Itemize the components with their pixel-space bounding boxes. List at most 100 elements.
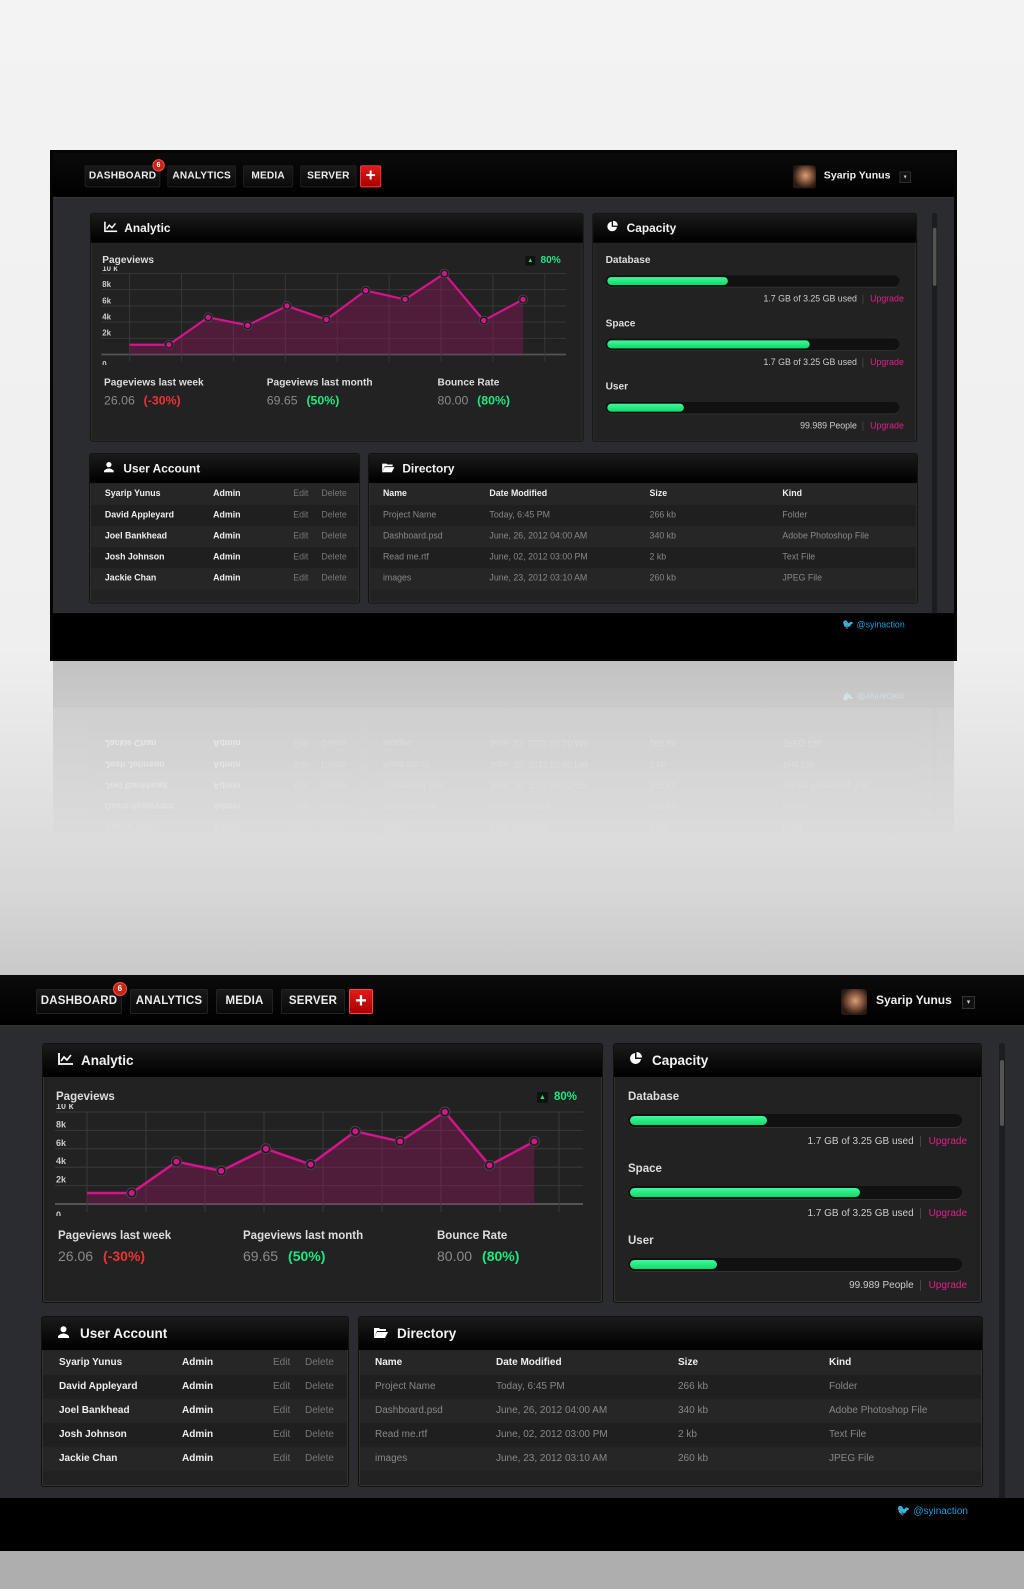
user-row: Jackie Chan Admin Edit Delete bbox=[43, 1447, 347, 1471]
nav-analytics[interactable]: ANALYTICS bbox=[130, 989, 208, 1014]
delete-link[interactable]: Delete bbox=[305, 1447, 334, 1471]
user-progress bbox=[605, 402, 900, 414]
edit-link[interactable]: Edit bbox=[293, 505, 308, 526]
directory-cell: JPEG File bbox=[782, 737, 823, 748]
progress-fill bbox=[607, 403, 684, 412]
delete-link[interactable]: Delete bbox=[321, 547, 346, 568]
delete-link[interactable]: Delete bbox=[321, 816, 346, 837]
add-button[interactable]: + bbox=[360, 165, 382, 188]
column-header[interactable]: Date Modified bbox=[496, 1351, 562, 1375]
user-row: David Appleyard Admin Edit Delete bbox=[90, 794, 359, 816]
directory-row: Dashboard.psd June, 26, 2012 04:00 AM 340 … bbox=[369, 773, 917, 795]
upgrade-link[interactable]: Upgrade bbox=[919, 1208, 967, 1219]
panel-title: Capacity bbox=[652, 1053, 709, 1068]
edit-link[interactable]: Edit bbox=[273, 1399, 290, 1423]
upgrade-link[interactable]: Upgrade bbox=[862, 294, 904, 305]
analytic-panel: Analytic Pageviews ▲ 80% 0 2k 4k 6k 8k 10 k P… bbox=[42, 1043, 603, 1303]
column-header[interactable]: Name bbox=[375, 1351, 402, 1375]
edit-link[interactable]: Edit bbox=[293, 753, 308, 774]
upgrade-link[interactable]: Upgrade bbox=[919, 1136, 967, 1147]
column-header[interactable]: Size bbox=[650, 816, 668, 837]
column-header[interactable]: Size bbox=[650, 484, 668, 505]
edit-link[interactable]: Edit bbox=[293, 526, 308, 547]
edit-link[interactable]: Edit bbox=[293, 795, 308, 816]
data-point bbox=[441, 1109, 448, 1115]
edit-link[interactable]: Edit bbox=[293, 774, 308, 795]
capacity-text: 99.989 People bbox=[849, 1280, 914, 1291]
directory-cell: Text File bbox=[829, 1429, 867, 1440]
edit-link[interactable]: Edit bbox=[273, 1447, 290, 1471]
data-point bbox=[397, 1138, 404, 1145]
add-button[interactable]: + bbox=[349, 989, 373, 1014]
twitter-link[interactable]: 🐦 @syinaction bbox=[842, 691, 905, 702]
nav-dashboard[interactable]: DASHBOARD 6 bbox=[84, 159, 165, 188]
upgrade-link[interactable]: Upgrade bbox=[919, 1280, 967, 1291]
chevron-down-icon[interactable]: ▾ bbox=[962, 996, 975, 1009]
column-header[interactable]: Kind bbox=[782, 484, 802, 505]
capacity-text: 1.7 GB of 3.25 GB used bbox=[807, 1136, 914, 1147]
delete-link[interactable]: Delete bbox=[305, 1351, 334, 1375]
column-header[interactable]: Date Modified bbox=[489, 816, 547, 837]
directory-cell: 266 kb bbox=[678, 1381, 709, 1392]
delete-link[interactable]: Delete bbox=[305, 1375, 334, 1399]
twitter-link[interactable]: 🐦 @syinaction bbox=[842, 618, 905, 630]
delete-link[interactable]: Delete bbox=[321, 731, 346, 752]
delete-link[interactable]: Delete bbox=[321, 505, 346, 526]
nav-media[interactable]: MEDIA bbox=[216, 989, 273, 1014]
capacity-label: User bbox=[628, 1235, 654, 1247]
delete-link[interactable]: Delete bbox=[305, 1423, 334, 1447]
avatar[interactable] bbox=[792, 165, 816, 189]
nav-media[interactable]: MEDIA bbox=[243, 165, 294, 188]
edit-link[interactable]: Edit bbox=[293, 484, 308, 505]
data-point bbox=[173, 1158, 180, 1165]
scrollbar[interactable] bbox=[932, 701, 938, 841]
delete-link[interactable]: Delete bbox=[321, 484, 346, 505]
column-header[interactable]: Kind bbox=[782, 816, 802, 837]
delete-link[interactable]: Delete bbox=[305, 1399, 334, 1423]
edit-link[interactable]: Edit bbox=[273, 1375, 290, 1399]
delete-link[interactable]: Delete bbox=[321, 795, 346, 816]
edit-link[interactable]: Edit bbox=[293, 816, 308, 837]
nav-analytics[interactable]: ANALYTICS bbox=[167, 165, 237, 188]
scrollbar-thumb[interactable] bbox=[932, 227, 937, 286]
stat-month: 69.65 (50%) bbox=[267, 393, 340, 407]
user-name[interactable]: Syarip Yunus bbox=[876, 993, 952, 1007]
user-icon bbox=[103, 454, 114, 483]
nav-server[interactable]: SERVER bbox=[300, 165, 357, 188]
chevron-down-icon[interactable]: ▾ bbox=[899, 171, 911, 183]
user-name-cell: Joel Bankhead bbox=[104, 779, 168, 790]
edit-link[interactable]: Edit bbox=[273, 1351, 290, 1375]
delete-link[interactable]: Delete bbox=[321, 526, 346, 547]
column-header[interactable]: Size bbox=[678, 1351, 698, 1375]
database-progress bbox=[605, 275, 900, 287]
twitter-link[interactable]: 🐦 @syinaction bbox=[897, 1504, 968, 1517]
user-role-cell: Admin bbox=[182, 1381, 214, 1392]
user-role-cell: Admin bbox=[213, 552, 241, 563]
avatar[interactable] bbox=[841, 989, 867, 1015]
scrollbar[interactable] bbox=[999, 1043, 1005, 1505]
nav-server[interactable]: SERVER bbox=[281, 989, 345, 1014]
edit-link[interactable]: Edit bbox=[293, 547, 308, 568]
edit-link[interactable]: Edit bbox=[273, 1423, 290, 1447]
delete-link[interactable]: Delete bbox=[321, 774, 346, 795]
column-header[interactable]: Kind bbox=[829, 1351, 851, 1375]
user-name[interactable]: Syarip Yunus bbox=[824, 169, 891, 181]
column-header[interactable]: Date Modified bbox=[489, 484, 547, 505]
user-name-cell: Syarip Yunus bbox=[59, 1357, 123, 1368]
directory-cell: JPEG File bbox=[829, 1453, 875, 1464]
directory-cell: images bbox=[382, 573, 412, 584]
upgrade-link[interactable]: Upgrade bbox=[862, 358, 904, 368]
column-header[interactable]: Name bbox=[383, 484, 407, 505]
nav-dashboard[interactable]: DASHBOARD 6 bbox=[36, 982, 127, 1014]
column-header[interactable]: Name bbox=[383, 816, 407, 837]
stat-value: 69.65 bbox=[266, 393, 298, 408]
scrollbar[interactable] bbox=[932, 212, 938, 620]
delete-link[interactable]: Delete bbox=[321, 568, 346, 589]
user-name-cell: Josh Johnson bbox=[104, 758, 165, 769]
delete-link[interactable]: Delete bbox=[321, 753, 346, 774]
upgrade-link[interactable]: Upgrade bbox=[862, 421, 904, 432]
edit-link[interactable]: Edit bbox=[293, 568, 308, 589]
scrollbar-thumb[interactable] bbox=[1000, 1060, 1004, 1126]
edit-link[interactable]: Edit bbox=[293, 731, 308, 752]
directory-row: Project Name Today, 6:45 PM 266 kb Folder bbox=[360, 1375, 981, 1399]
